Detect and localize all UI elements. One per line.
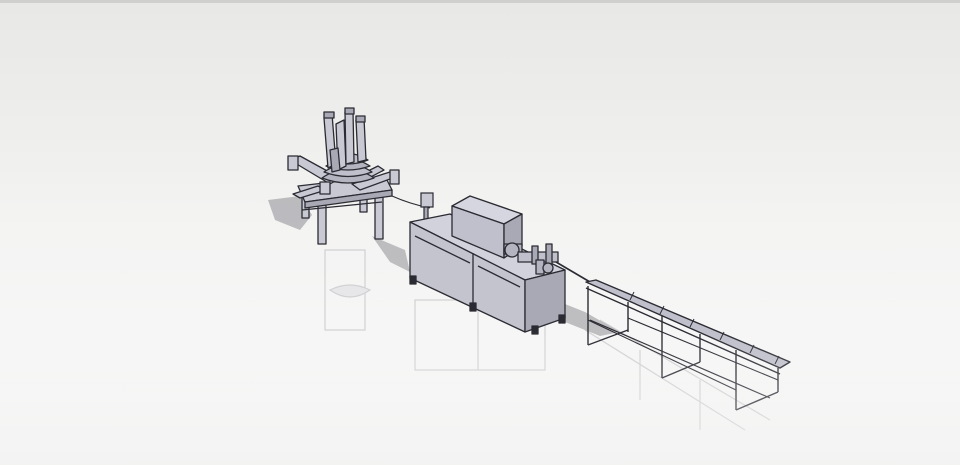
- machine-assembly-model[interactable]: [0, 0, 960, 465]
- cad-viewport[interactable]: [0, 0, 960, 465]
- reflection-fade: [0, 330, 960, 465]
- straightening-cutting-machine[interactable]: [409, 195, 591, 335]
